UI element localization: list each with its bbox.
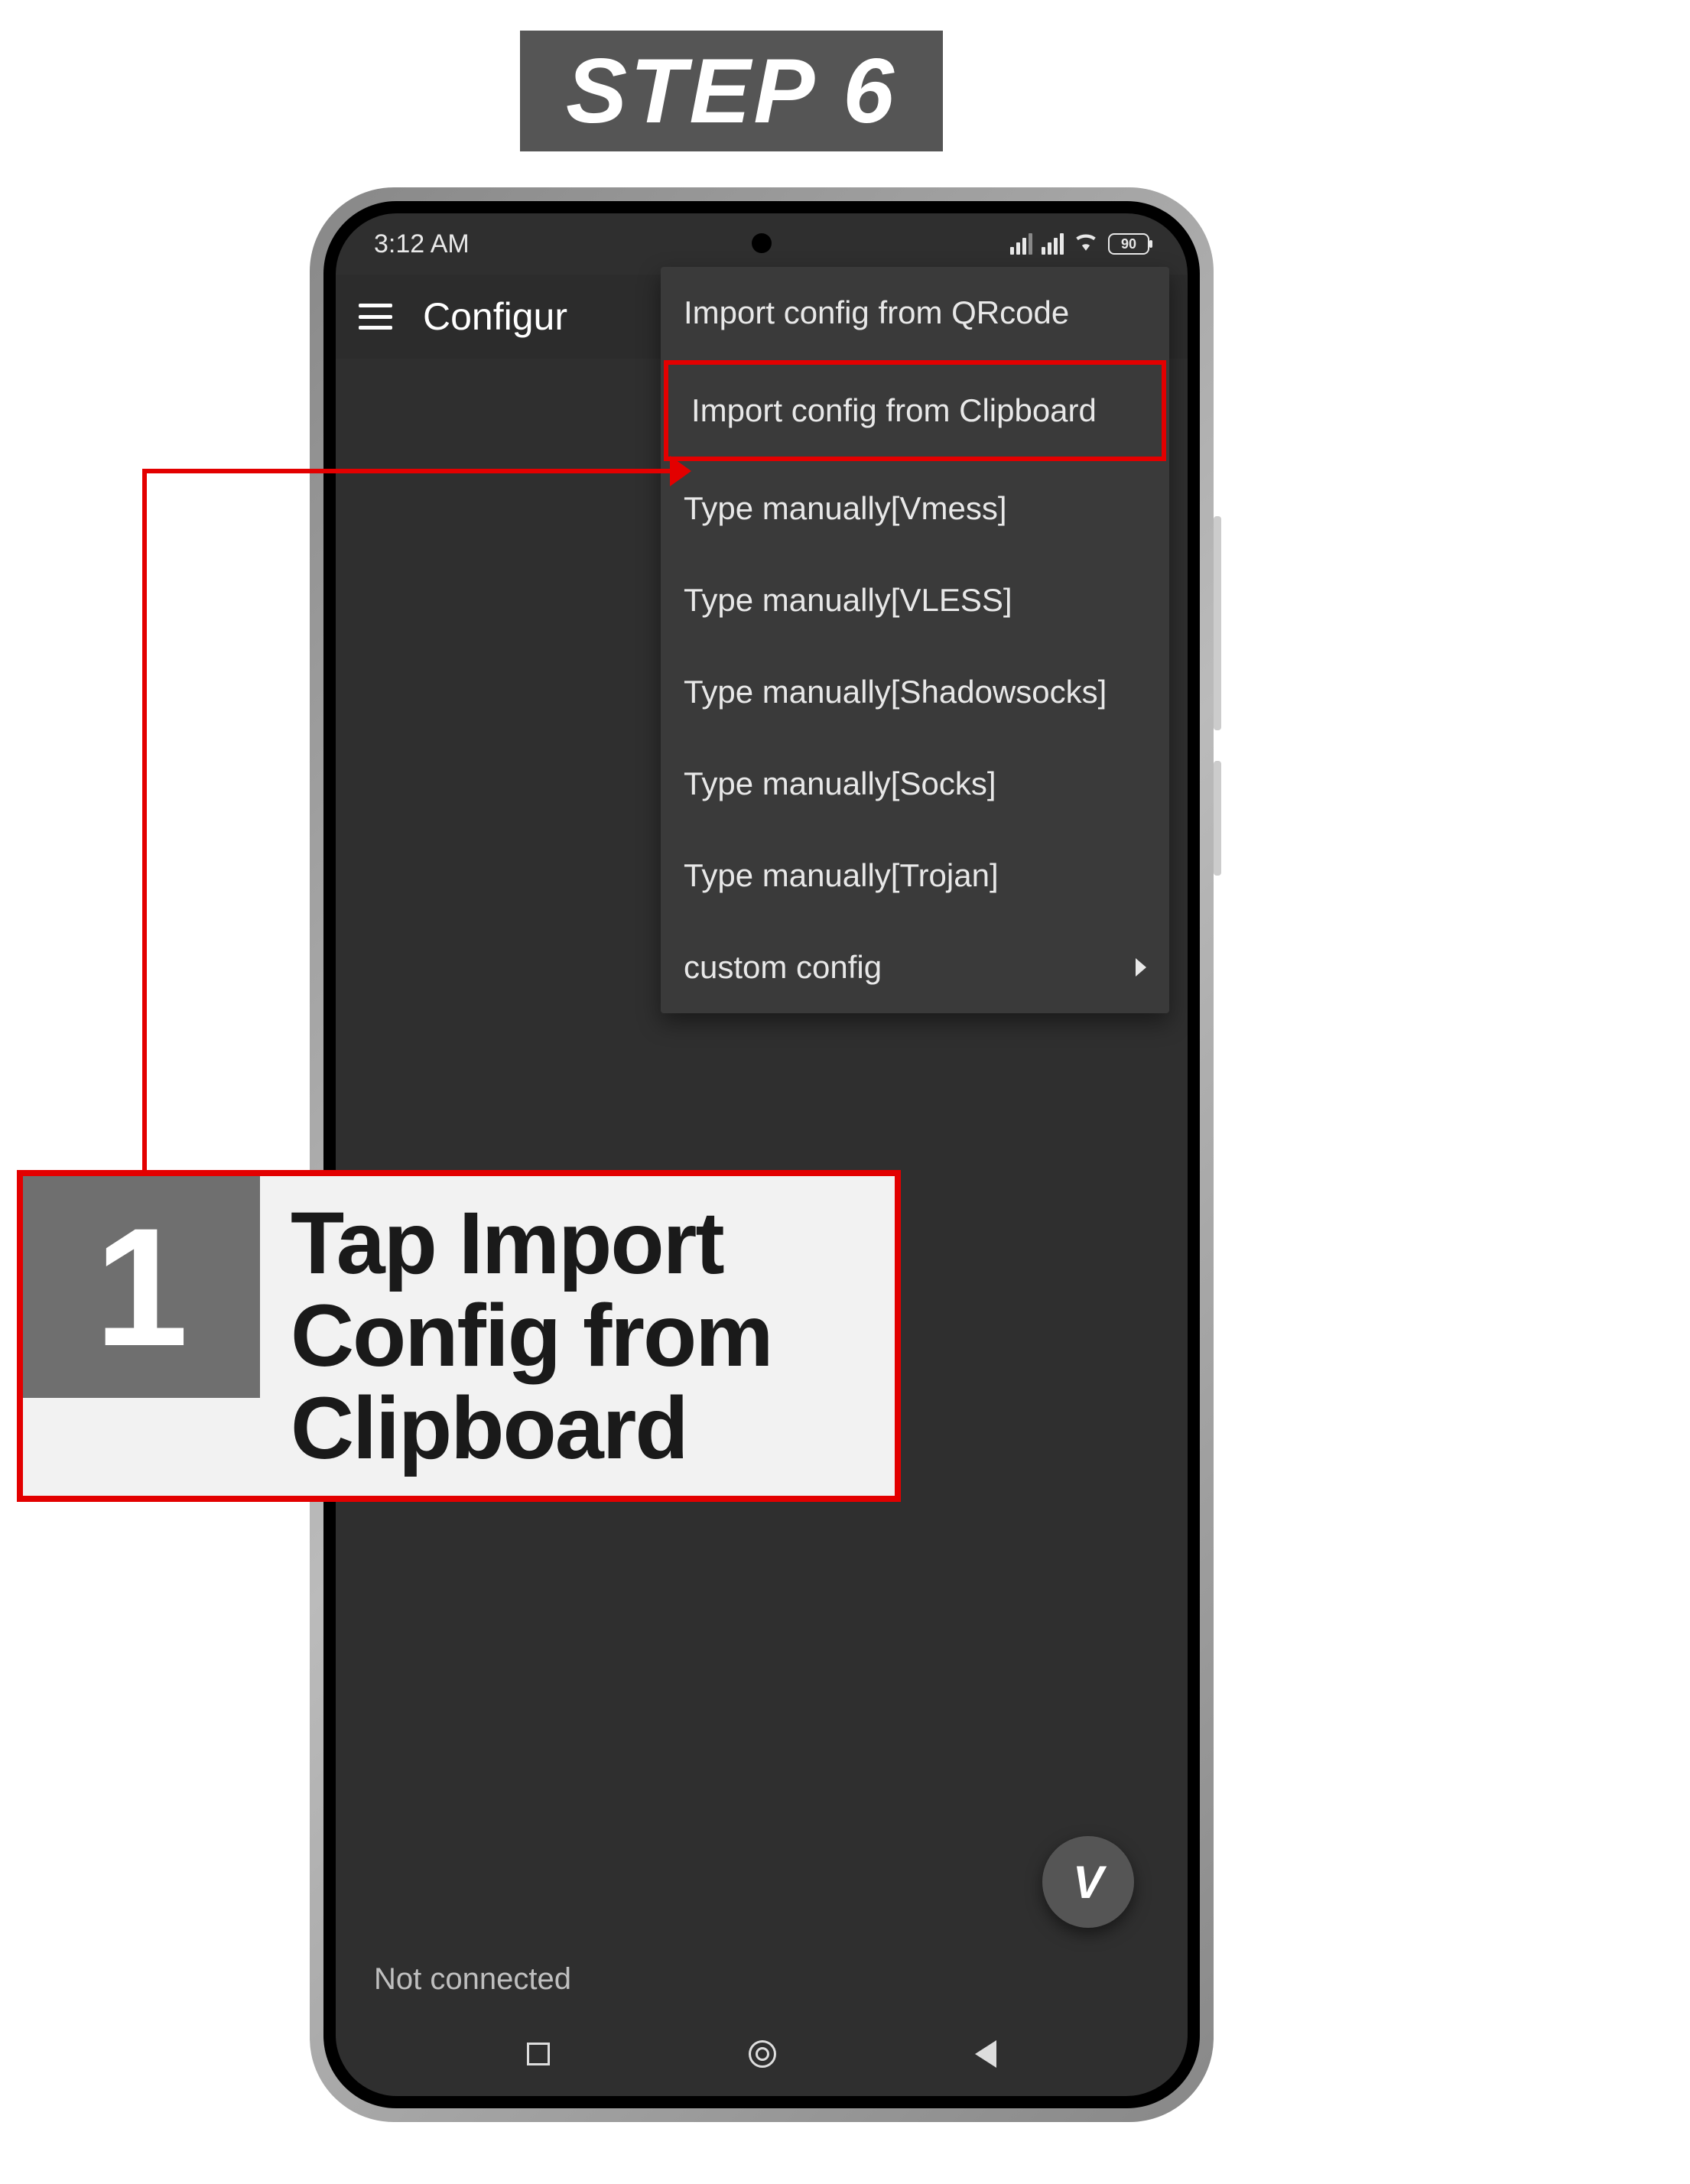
callout-text: Tap Import Config from Clipboard (260, 1176, 895, 1496)
menu-item-label: Type manually[VLESS] (684, 582, 1012, 619)
app-title: Configur (423, 294, 567, 339)
status-bar: 3:12 AM 90 (336, 213, 1188, 275)
battery-icon: 90 (1108, 233, 1149, 255)
nav-home-icon[interactable] (749, 2040, 776, 2068)
status-time: 3:12 AM (374, 229, 470, 259)
android-nav-bar (336, 2012, 1188, 2096)
signal-icon (1010, 233, 1032, 255)
menu-item-label: Type manually[Shadowsocks] (684, 674, 1107, 710)
menu-item-import-qrcode[interactable]: Import config from QRcode (661, 267, 1169, 359)
chevron-right-icon (1136, 958, 1146, 977)
menu-item-vless[interactable]: Type manually[VLESS] (661, 554, 1169, 646)
nav-recent-icon[interactable] (527, 2043, 550, 2065)
phone-screen: 3:12 AM 90 (336, 213, 1188, 2096)
instruction-callout: 1 Tap Import Config from Clipboard (17, 1170, 901, 1502)
menu-item-vmess[interactable]: Type manually[Vmess] (661, 463, 1169, 554)
menu-item-label: Import config from Clipboard (691, 392, 1097, 429)
camera-notch (752, 233, 772, 253)
menu-item-import-clipboard[interactable]: Import config from Clipboard (664, 360, 1166, 461)
status-icons: 90 (1010, 228, 1149, 261)
menu-item-socks[interactable]: Type manually[Socks] (661, 738, 1169, 830)
nav-back-icon[interactable] (975, 2040, 996, 2068)
menu-item-label: custom config (684, 949, 882, 986)
callout-arrow-icon (670, 456, 691, 486)
signal-icon-2 (1042, 233, 1064, 255)
callout-number: 1 (23, 1176, 260, 1398)
menu-item-label: Import config from QRcode (684, 294, 1069, 331)
phone-frame: 3:12 AM 90 (310, 187, 1214, 2122)
menu-item-shadowsocks[interactable]: Type manually[Shadowsocks] (661, 646, 1169, 738)
fab-label: V (1073, 1856, 1103, 1909)
callout-line (142, 469, 147, 1172)
dropdown-menu: Import config from QRcode Import config … (661, 267, 1169, 1013)
hamburger-icon[interactable] (359, 304, 392, 330)
menu-item-label: Type manually[Vmess] (684, 490, 1007, 527)
wifi-icon (1073, 228, 1099, 261)
callout-line (142, 469, 678, 473)
step-badge: STEP 6 (520, 31, 943, 151)
menu-item-trojan[interactable]: Type manually[Trojan] (661, 830, 1169, 921)
menu-item-label: Type manually[Socks] (684, 765, 996, 802)
menu-item-label: Type manually[Trojan] (684, 857, 999, 894)
phone-side-buttons (1214, 516, 1221, 906)
phone-mockup: 3:12 AM 90 (310, 187, 1214, 2122)
menu-item-custom-config[interactable]: custom config (661, 921, 1169, 1013)
connection-status: Not connected (374, 1962, 571, 1997)
fab-connect-button[interactable]: V (1042, 1836, 1134, 1928)
